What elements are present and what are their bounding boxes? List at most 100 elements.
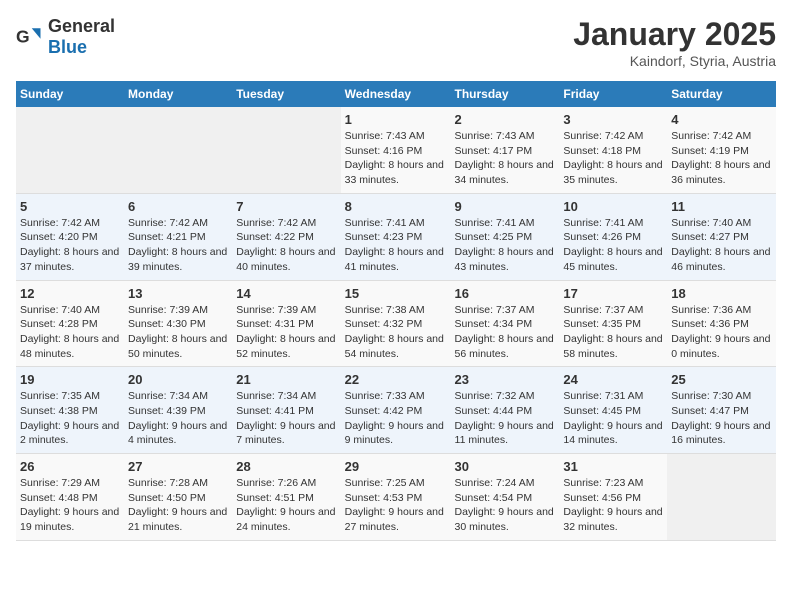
calendar-cell: 23 Sunrise: 7:32 AM Sunset: 4:44 PM Dayli… xyxy=(451,367,560,454)
calendar-cell: 15 Sunrise: 7:38 AM Sunset: 4:32 PM Dayli… xyxy=(341,280,451,367)
day-info: Sunrise: 7:29 AM Sunset: 4:48 PM Dayligh… xyxy=(20,476,120,535)
day-info: Sunrise: 7:43 AM Sunset: 4:17 PM Dayligh… xyxy=(455,129,556,188)
day-info: Sunrise: 7:42 AM Sunset: 4:18 PM Dayligh… xyxy=(563,129,663,188)
day-number: 14 xyxy=(236,286,336,301)
day-number: 26 xyxy=(20,459,120,474)
day-info: Sunrise: 7:41 AM Sunset: 4:23 PM Dayligh… xyxy=(345,216,447,275)
week-row-2: 5Sunrise: 7:42 AM Sunset: 4:20 PM Daylig… xyxy=(16,193,776,280)
day-number: 20 xyxy=(128,372,228,387)
day-number: 8 xyxy=(345,199,447,214)
day-number: 18 xyxy=(671,286,772,301)
calendar-cell: 7Sunrise: 7:42 AM Sunset: 4:22 PM Daylig… xyxy=(232,193,340,280)
week-row-5: 26 Sunrise: 7:29 AM Sunset: 4:48 PM Dayli… xyxy=(16,454,776,541)
day-number: 17 xyxy=(563,286,663,301)
day-info: Sunrise: 7:37 AM Sunset: 4:35 PM Dayligh… xyxy=(563,303,663,362)
day-number: 2 xyxy=(455,112,556,127)
calendar-cell: 4 Sunrise: 7:42 AM Sunset: 4:19 PM Daylig… xyxy=(667,107,776,193)
day-info: Sunrise: 7:25 AM Sunset: 4:53 PM Dayligh… xyxy=(345,476,447,535)
calendar-cell: 24 Sunrise: 7:31 AM Sunset: 4:45 PM Dayli… xyxy=(559,367,667,454)
day-number: 12 xyxy=(20,286,120,301)
week-row-1: 1Sunrise: 7:43 AM Sunset: 4:16 PM Daylig… xyxy=(16,107,776,193)
weekday-header-sunday: Sunday xyxy=(16,81,124,107)
day-info: Sunrise: 7:43 AM Sunset: 4:16 PM Dayligh… xyxy=(345,129,447,188)
page-title: January 2025 xyxy=(573,16,776,53)
calendar-cell: 30 Sunrise: 7:24 AM Sunset: 4:54 PM Dayli… xyxy=(451,454,560,541)
calendar-cell: 13Sunrise: 7:39 AM Sunset: 4:30 PM Dayli… xyxy=(124,280,232,367)
day-info: Sunrise: 7:30 AM Sunset: 4:47 PM Dayligh… xyxy=(671,389,772,448)
calendar-cell xyxy=(16,107,124,193)
day-info: Sunrise: 7:23 AM Sunset: 4:56 PM Dayligh… xyxy=(563,476,663,535)
weekday-header-thursday: Thursday xyxy=(451,81,560,107)
weekday-header-monday: Monday xyxy=(124,81,232,107)
calendar-cell: 29Sunrise: 7:25 AM Sunset: 4:53 PM Dayli… xyxy=(341,454,451,541)
weekday-header-row: SundayMondayTuesdayWednesdayThursdayFrid… xyxy=(16,81,776,107)
day-number: 21 xyxy=(236,372,336,387)
logo-blue: Blue xyxy=(48,37,87,57)
day-info: Sunrise: 7:24 AM Sunset: 4:54 PM Dayligh… xyxy=(455,476,556,535)
calendar-cell xyxy=(232,107,340,193)
day-number: 31 xyxy=(563,459,663,474)
day-info: Sunrise: 7:42 AM Sunset: 4:20 PM Dayligh… xyxy=(20,216,120,275)
day-info: Sunrise: 7:40 AM Sunset: 4:27 PM Dayligh… xyxy=(671,216,772,275)
calendar-cell xyxy=(124,107,232,193)
day-number: 4 xyxy=(671,112,772,127)
calendar-cell xyxy=(667,454,776,541)
day-info: Sunrise: 7:34 AM Sunset: 4:41 PM Dayligh… xyxy=(236,389,336,448)
week-row-3: 12 Sunrise: 7:40 AM Sunset: 4:28 PM Dayli… xyxy=(16,280,776,367)
logo: G General Blue xyxy=(16,16,115,58)
calendar-table: SundayMondayTuesdayWednesdayThursdayFrid… xyxy=(16,81,776,541)
calendar-cell: 1Sunrise: 7:43 AM Sunset: 4:16 PM Daylig… xyxy=(341,107,451,193)
calendar-cell: 14 Sunrise: 7:39 AM Sunset: 4:31 PM Dayli… xyxy=(232,280,340,367)
week-row-4: 19Sunrise: 7:35 AM Sunset: 4:38 PM Dayli… xyxy=(16,367,776,454)
day-number: 27 xyxy=(128,459,228,474)
calendar-cell: 20 Sunrise: 7:34 AM Sunset: 4:39 PM Dayli… xyxy=(124,367,232,454)
day-number: 9 xyxy=(455,199,556,214)
day-number: 13 xyxy=(128,286,228,301)
calendar-cell: 28 Sunrise: 7:26 AM Sunset: 4:51 PM Dayli… xyxy=(232,454,340,541)
weekday-header-friday: Friday xyxy=(559,81,667,107)
day-info: Sunrise: 7:37 AM Sunset: 4:34 PM Dayligh… xyxy=(455,303,556,362)
calendar-cell: 27Sunrise: 7:28 AM Sunset: 4:50 PM Dayli… xyxy=(124,454,232,541)
day-info: Sunrise: 7:41 AM Sunset: 4:26 PM Dayligh… xyxy=(563,216,663,275)
day-info: Sunrise: 7:39 AM Sunset: 4:31 PM Dayligh… xyxy=(236,303,336,362)
day-number: 28 xyxy=(236,459,336,474)
weekday-header-tuesday: Tuesday xyxy=(232,81,340,107)
weekday-header-wednesday: Wednesday xyxy=(341,81,451,107)
calendar-cell: 8 Sunrise: 7:41 AM Sunset: 4:23 PM Daylig… xyxy=(341,193,451,280)
logo-icon: G xyxy=(16,23,44,51)
day-info: Sunrise: 7:40 AM Sunset: 4:28 PM Dayligh… xyxy=(20,303,120,362)
day-number: 15 xyxy=(345,286,447,301)
day-number: 16 xyxy=(455,286,556,301)
svg-text:G: G xyxy=(16,26,30,46)
day-info: Sunrise: 7:32 AM Sunset: 4:44 PM Dayligh… xyxy=(455,389,556,448)
day-info: Sunrise: 7:42 AM Sunset: 4:21 PM Dayligh… xyxy=(128,216,228,275)
day-number: 10 xyxy=(563,199,663,214)
calendar-cell: 18 Sunrise: 7:36 AM Sunset: 4:36 PM Dayli… xyxy=(667,280,776,367)
header: G General Blue January 2025 Kaindorf, St… xyxy=(16,16,776,69)
calendar-cell: 17 Sunrise: 7:37 AM Sunset: 4:35 PM Dayli… xyxy=(559,280,667,367)
day-info: Sunrise: 7:41 AM Sunset: 4:25 PM Dayligh… xyxy=(455,216,556,275)
day-number: 11 xyxy=(671,199,772,214)
calendar-cell: 10 Sunrise: 7:41 AM Sunset: 4:26 PM Dayli… xyxy=(559,193,667,280)
day-info: Sunrise: 7:26 AM Sunset: 4:51 PM Dayligh… xyxy=(236,476,336,535)
calendar-cell: 26 Sunrise: 7:29 AM Sunset: 4:48 PM Dayli… xyxy=(16,454,124,541)
day-info: Sunrise: 7:36 AM Sunset: 4:36 PM Dayligh… xyxy=(671,303,772,362)
day-info: Sunrise: 7:38 AM Sunset: 4:32 PM Dayligh… xyxy=(345,303,447,362)
day-info: Sunrise: 7:42 AM Sunset: 4:19 PM Dayligh… xyxy=(671,129,772,188)
day-number: 22 xyxy=(345,372,447,387)
day-info: Sunrise: 7:33 AM Sunset: 4:42 PM Dayligh… xyxy=(345,389,447,448)
weekday-header-saturday: Saturday xyxy=(667,81,776,107)
day-info: Sunrise: 7:42 AM Sunset: 4:22 PM Dayligh… xyxy=(236,216,336,275)
calendar-cell: 11 Sunrise: 7:40 AM Sunset: 4:27 PM Dayli… xyxy=(667,193,776,280)
day-number: 23 xyxy=(455,372,556,387)
day-number: 24 xyxy=(563,372,663,387)
day-info: Sunrise: 7:34 AM Sunset: 4:39 PM Dayligh… xyxy=(128,389,228,448)
calendar-cell: 12 Sunrise: 7:40 AM Sunset: 4:28 PM Dayli… xyxy=(16,280,124,367)
calendar-cell: 19Sunrise: 7:35 AM Sunset: 4:38 PM Dayli… xyxy=(16,367,124,454)
calendar-cell: 2 Sunrise: 7:43 AM Sunset: 4:17 PM Daylig… xyxy=(451,107,560,193)
calendar-cell: 31 Sunrise: 7:23 AM Sunset: 4:56 PM Dayli… xyxy=(559,454,667,541)
day-info: Sunrise: 7:31 AM Sunset: 4:45 PM Dayligh… xyxy=(563,389,663,448)
day-number: 30 xyxy=(455,459,556,474)
calendar-cell: 25Sunrise: 7:30 AM Sunset: 4:47 PM Dayli… xyxy=(667,367,776,454)
title-area: January 2025 Kaindorf, Styria, Austria xyxy=(573,16,776,69)
